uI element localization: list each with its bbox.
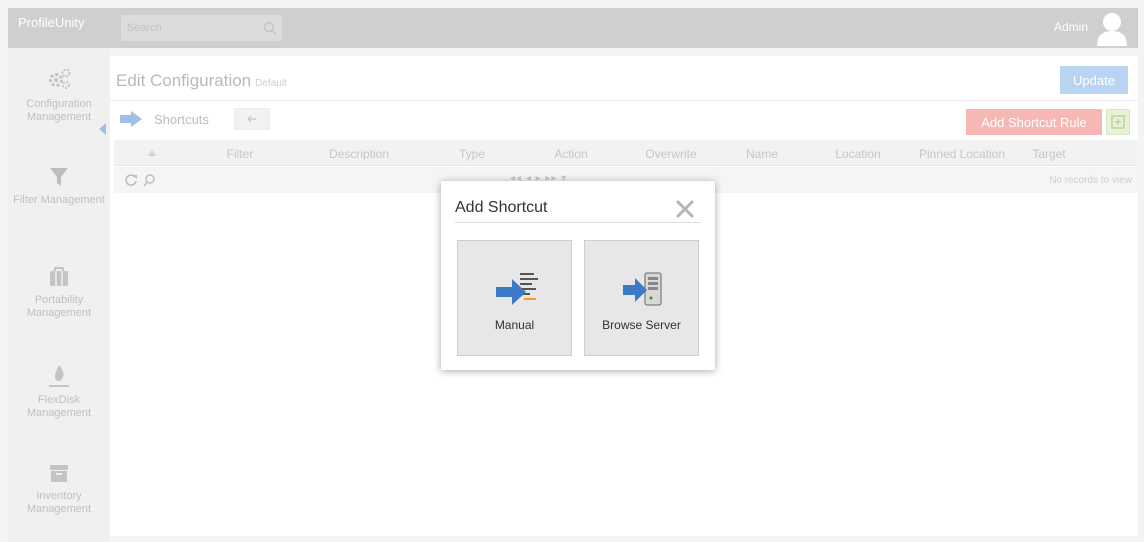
browse-server-option-label: Browse Server [602,318,681,332]
sidebar-item-inventory[interactable]: Inventory Management [8,462,110,516]
search-box [120,14,283,42]
sidebar-item-label: Configuration Management [26,98,92,123]
search-input[interactable] [121,15,257,41]
brand-logo[interactable]: ProfileUnity [8,8,113,48]
inventory-icon [50,465,68,482]
sidebar-item-portability[interactable]: Portability Management [8,266,110,320]
shortcuts-arrow-icon [120,111,142,127]
app-root: ProfileUnity Admin Configuration Managem… [0,0,1144,542]
add-shortcut-rule-button[interactable]: Add Shortcut Rule [966,109,1102,135]
page-title-text: Edit Configuration [116,71,252,90]
export-button[interactable] [1106,109,1130,135]
grid-header: Filter Description Type Action Overwrite… [114,140,1138,166]
manual-shortcut-icon [496,273,538,305]
page-subtitle: Default [255,78,287,89]
column-header-filter[interactable]: Filter [220,147,260,161]
back-arrow-icon [247,115,256,123]
sort-icon[interactable] [148,149,156,157]
column-header-action[interactable]: Action [546,147,596,161]
user-name[interactable]: Admin [1054,20,1088,34]
page-title: Edit Configuration Default [116,71,287,91]
search-icon[interactable] [262,20,278,36]
top-bar: ProfileUnity Admin [8,8,1138,48]
close-icon[interactable] [675,199,695,219]
sidebar-item-label: Inventory Management [26,490,92,515]
add-shortcut-dialog: Add Shortcut Manual Browse Server [441,181,715,370]
column-header-name[interactable]: Name [742,147,782,161]
search-grid-icon[interactable] [142,173,156,187]
sidebar-item-configuration[interactable]: Configuration Management [8,66,110,124]
sidebar-item-filter[interactable]: Filter Management [8,166,110,207]
no-records-text: No records to view [1049,175,1132,186]
collapse-sidebar-icon[interactable] [99,123,107,135]
update-button[interactable]: Update [1060,66,1128,94]
manual-option-label: Manual [494,318,535,332]
browse-server-icon [623,272,662,306]
back-button[interactable] [234,108,270,130]
column-header-location[interactable]: Location [828,147,888,161]
manual-option-tile[interactable]: Manual [457,240,572,356]
dialog-divider [455,222,701,223]
sidebar-item-label: Filter Management [13,194,105,206]
sidebar-item-label: FlexDisk Management [26,394,92,419]
column-header-type[interactable]: Type [452,147,492,161]
filter-icon [50,168,68,186]
column-header-target[interactable]: Target [1024,147,1074,161]
browse-server-option-tile[interactable]: Browse Server [584,240,699,356]
section-bar: Shortcuts Add Shortcut Rule [110,100,1138,135]
sidebar-item-flexdisk[interactable]: FlexDisk Management [8,362,110,420]
sidebar-item-label: Portability Management [26,294,92,319]
column-header-pinned-location[interactable]: Pinned Location [914,147,1010,161]
export-icon [1111,115,1125,129]
column-header-overwrite[interactable]: Overwrite [636,147,706,161]
section-label: Shortcuts [154,112,209,127]
briefcase-icon [50,267,68,286]
refresh-icon[interactable] [124,173,138,187]
avatar-icon[interactable] [1094,10,1130,46]
sidebar: Configuration Management Filter Manageme… [8,48,110,542]
column-header-description[interactable]: Description [324,147,394,161]
dialog-title: Add Shortcut [455,199,548,216]
flexdisk-icon [49,365,69,387]
gears-icon [49,68,71,89]
